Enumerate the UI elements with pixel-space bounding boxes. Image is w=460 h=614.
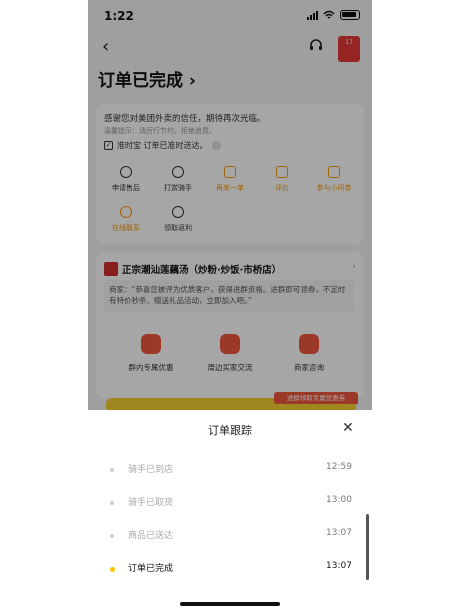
close-icon[interactable]: ✕ <box>342 420 354 436</box>
home-indicator[interactable] <box>180 602 280 606</box>
timeline-dot <box>110 501 114 505</box>
modal-backdrop[interactable] <box>88 0 372 410</box>
tracking-label: 骑手已取货 <box>128 498 174 508</box>
app-screen: 1:22 ‹ 17 订单已完成 › 感谢您对美团外卖的信任，期待再次光临。 温馨… <box>0 0 460 614</box>
tracking-label: 商品已送达 <box>128 531 174 541</box>
order-tracking-sheet: 订单跟踪 ✕ 骑手已到店 12:59 骑手已取货 13:00 商品已送达 13:… <box>0 410 460 614</box>
timeline-dot <box>110 468 114 472</box>
tracking-row-current: 订单已完成 13:07 <box>0 561 460 581</box>
tracking-time: 13:07 <box>326 528 352 538</box>
timeline-dot-active <box>110 567 115 572</box>
timeline-dot <box>110 534 114 538</box>
tracking-label: 骑手已到店 <box>128 465 174 475</box>
sheet-title: 订单跟踪 <box>208 424 252 437</box>
scrollbar[interactable] <box>366 514 369 580</box>
tracking-time: 13:07 <box>326 561 352 571</box>
tracking-row: 商品已送达 13:07 <box>0 528 460 548</box>
tracking-time: 12:59 <box>326 462 352 472</box>
tracking-row: 骑手已取货 13:00 <box>0 495 460 515</box>
tracking-label: 订单已完成 <box>128 564 174 574</box>
tracking-time: 13:00 <box>326 495 352 505</box>
tracking-row: 骑手已到店 12:59 <box>0 462 460 482</box>
